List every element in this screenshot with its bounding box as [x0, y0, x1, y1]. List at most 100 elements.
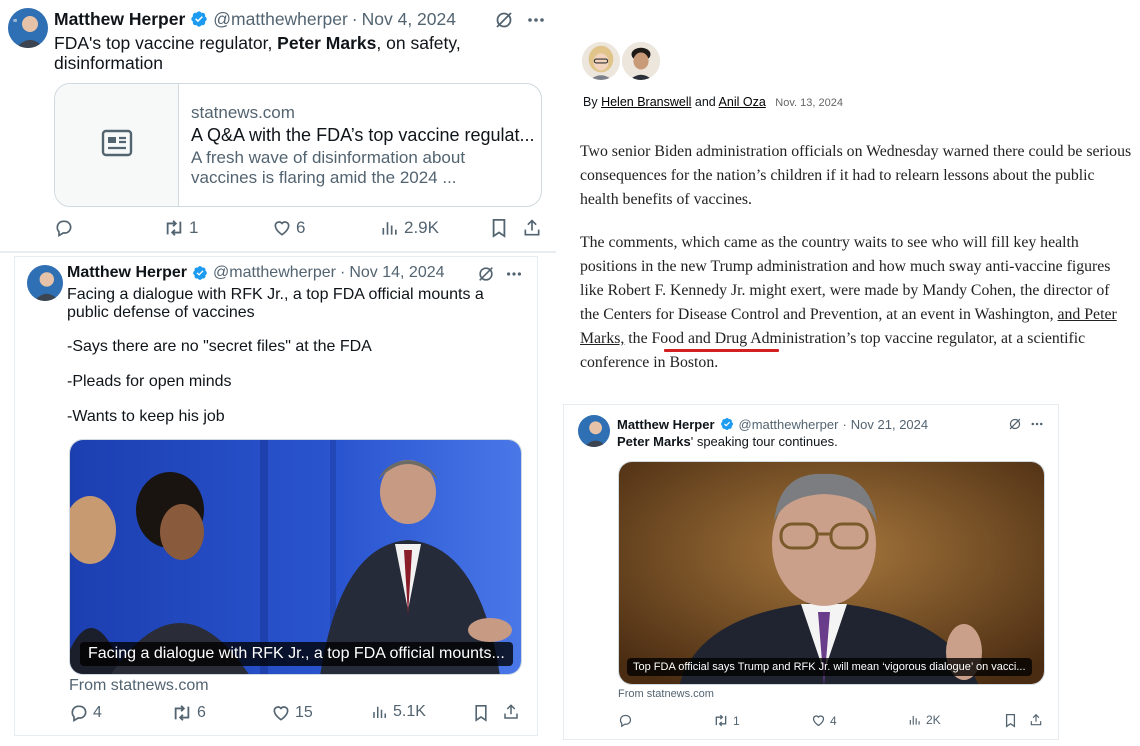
divider — [0, 251, 556, 253]
bookmark-button[interactable] — [473, 703, 489, 723]
like-button[interactable]: 4 — [811, 713, 837, 728]
views-icon — [371, 703, 389, 721]
author-handle[interactable]: @matthewherper — [213, 264, 336, 282]
views-button[interactable]: 5.1K — [371, 703, 426, 721]
view-count: 2K — [926, 713, 941, 727]
link-card-thumbnail — [55, 84, 179, 206]
repost-icon — [171, 703, 193, 723]
media-source[interactable]: From statnews.com — [69, 677, 209, 695]
view-count: 5.1K — [393, 703, 426, 720]
media-image[interactable]: Top FDA official says Trump and RFK Jr. … — [618, 461, 1045, 685]
share-button[interactable] — [502, 703, 520, 721]
grok-icon[interactable] — [1008, 417, 1022, 436]
reply-button[interactable] — [54, 218, 78, 238]
author-handle[interactable]: @matthewherper — [213, 9, 348, 30]
verified-badge-icon — [190, 10, 208, 28]
like-count: 6 — [296, 218, 306, 237]
author-link-oza[interactable]: Anil Oza — [719, 95, 766, 109]
bookmark-icon — [473, 703, 489, 723]
tweet-date[interactable]: Nov 21, 2024 — [851, 417, 928, 432]
media-source[interactable]: From statnews.com — [618, 688, 714, 700]
author-name[interactable]: Matthew Herper — [617, 417, 715, 432]
like-button[interactable]: 15 — [271, 703, 313, 723]
grok-icon[interactable] — [494, 10, 514, 35]
article-icon — [101, 129, 133, 162]
repost-button[interactable]: 1 — [713, 713, 740, 728]
repost-icon — [163, 218, 185, 238]
view-count: 2.9K — [404, 218, 439, 237]
avatar[interactable] — [578, 415, 610, 447]
tweet-text-part: ' speaking tour continues. — [690, 434, 838, 449]
repost-count: 1 — [189, 218, 199, 237]
separator: · — [842, 416, 847, 432]
views-icon — [908, 713, 922, 727]
tweet-text: Facing a dialogue with RFK Jr., a top FD… — [67, 286, 507, 426]
more-icon[interactable] — [1030, 417, 1044, 436]
tweet-date[interactable]: Nov 4, 2024 — [362, 9, 456, 30]
reply-button[interactable] — [618, 713, 637, 728]
author-name[interactable]: Matthew Herper — [54, 9, 185, 30]
byline-and: and — [694, 95, 716, 109]
repost-count: 1 — [733, 713, 740, 728]
like-button[interactable]: 6 — [272, 218, 305, 238]
reply-count: 4 — [93, 704, 102, 721]
tweet-text: Peter Marks' speaking tour continues. — [617, 434, 838, 450]
repost-count: 6 — [197, 704, 206, 721]
bookmark-icon — [490, 218, 508, 238]
red-highlight-underline — [664, 349, 779, 352]
repost-icon — [713, 713, 729, 728]
separator: · — [351, 8, 358, 29]
bookmark-button[interactable] — [490, 218, 508, 238]
grok-icon[interactable] — [477, 265, 495, 288]
tweet-line: Facing a dialogue with RFK Jr., a top FD… — [67, 286, 484, 321]
tweet-line: -Wants to keep his job — [67, 408, 225, 425]
tweet-nov21[interactable]: Matthew Herper @matthewherper · Nov 21, … — [563, 404, 1059, 740]
article-paragraph-2: The comments, which came as the country … — [580, 231, 1132, 375]
reply-button[interactable]: 4 — [69, 703, 102, 723]
views-button[interactable]: 2.9K — [380, 218, 439, 238]
action-bar: 1 4 2K — [564, 709, 1060, 731]
tweet-line: -Says there are no "secret files" at the… — [67, 338, 372, 355]
tweet-nov4[interactable]: ≡ Matthew Herper @matthewherper · Nov 4,… — [0, 0, 556, 252]
tweet-line: -Pleads for open minds — [67, 373, 232, 390]
author-name[interactable]: Matthew Herper — [67, 264, 187, 282]
bookmark-button[interactable] — [1004, 713, 1017, 728]
views-button[interactable]: 2K — [908, 713, 941, 727]
tweet-nov14[interactable]: Matthew Herper @matthewherper · Nov 14, … — [14, 256, 538, 736]
paragraph-text: The comments, which came as the country … — [580, 234, 1111, 323]
author-handle[interactable]: @matthewherper — [739, 417, 839, 432]
share-button[interactable] — [522, 218, 542, 238]
share-button[interactable] — [1029, 713, 1043, 727]
action-bar: 1 6 2.9K — [0, 214, 556, 242]
author-link-branswell[interactable]: Helen Branswell — [601, 95, 691, 109]
tweet-date[interactable]: Nov 14, 2024 — [349, 264, 444, 282]
byline-by: By — [583, 95, 598, 109]
repost-button[interactable]: 1 — [163, 218, 198, 238]
reply-icon — [618, 713, 633, 728]
media-image[interactable]: Facing a dialogue with RFK Jr., a top FD… — [69, 439, 522, 675]
author-avatar-branswell[interactable] — [582, 42, 620, 80]
share-icon — [1029, 713, 1043, 727]
reply-icon — [69, 703, 89, 723]
like-count: 15 — [295, 704, 313, 721]
article-paragraph-1: Two senior Biden administration official… — [580, 143, 1132, 208]
separator: · — [340, 264, 346, 281]
tweet-text-part: FDA's top vaccine regulator, — [54, 33, 278, 53]
repost-button[interactable]: 6 — [171, 703, 206, 723]
mention-peter-marks: Peter Marks — [617, 434, 691, 449]
avatar[interactable] — [27, 265, 63, 301]
more-icon[interactable] — [505, 265, 523, 288]
more-icon[interactable] — [526, 10, 546, 35]
like-icon — [271, 703, 291, 723]
bookmark-icon — [1004, 713, 1017, 728]
link-card[interactable]: statnews.com A Q&A with the FDA’s top va… — [54, 83, 542, 207]
like-icon — [272, 218, 292, 238]
media-caption: Top FDA official says Trump and RFK Jr. … — [627, 658, 1032, 676]
tweet-text: FDA's top vaccine regulator, Peter Marks… — [54, 33, 494, 73]
like-count: 4 — [830, 713, 837, 728]
author-avatar-oza[interactable] — [622, 42, 660, 80]
avatar[interactable]: ≡ — [8, 8, 48, 48]
share-icon — [522, 218, 542, 238]
mention-peter-marks: Peter Marks — [277, 33, 377, 53]
link-title: A Q&A with the FDA’s top vaccine regulat… — [191, 124, 535, 145]
